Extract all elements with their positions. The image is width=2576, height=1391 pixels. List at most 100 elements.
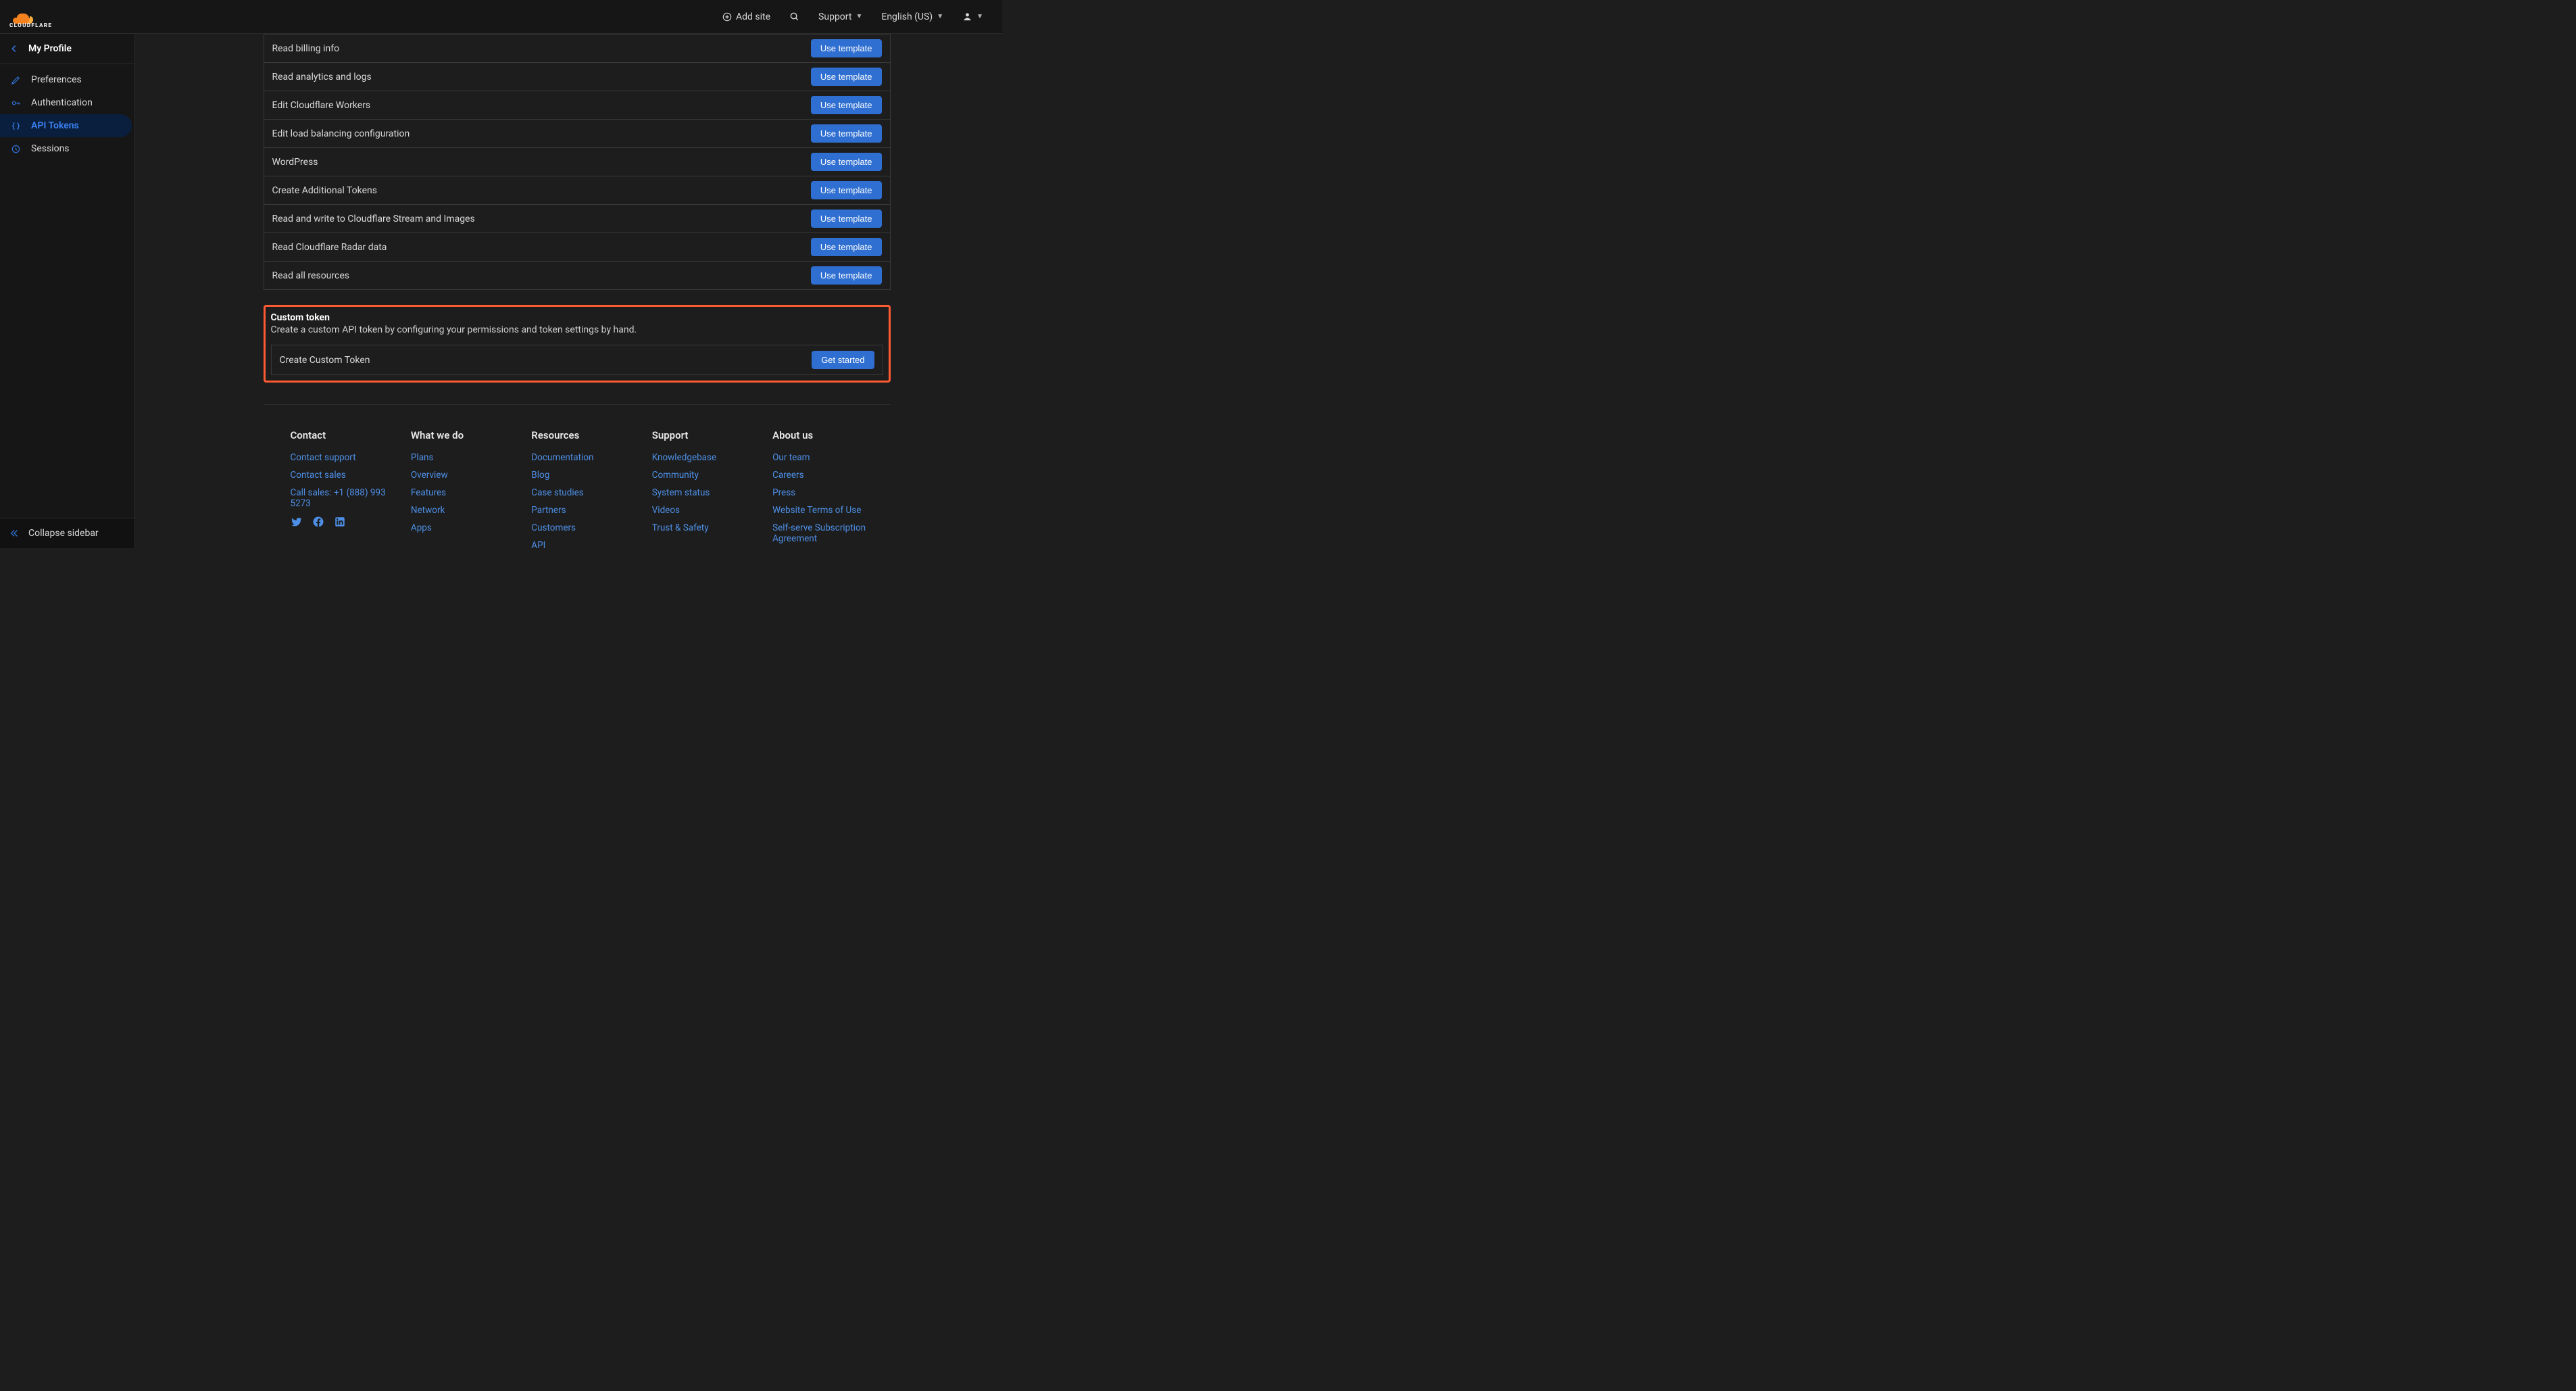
support-dropdown[interactable]: Support ▼ [809, 11, 872, 22]
use-template-button[interactable]: Use template [811, 210, 882, 228]
account-dropdown[interactable]: ▼ [953, 11, 993, 22]
custom-token-row: Create Custom Token Get started [271, 345, 883, 375]
chevron-down-icon: ▼ [856, 13, 862, 20]
footer-col-about: About us Our team Careers Press Website … [772, 429, 879, 548]
template-label: Read analytics and logs [272, 72, 372, 82]
braces-icon [9, 121, 22, 131]
template-row: Edit load balancing configuration Use te… [264, 120, 890, 148]
footer: Contact Contact support Contact sales Ca… [264, 404, 891, 548]
footer-link-features[interactable]: Features [411, 487, 518, 498]
use-template-button[interactable]: Use template [811, 124, 882, 143]
api-token-template-list: Read billing info Use template Read anal… [264, 34, 891, 290]
footer-phone: Call sales: +1 (888) 993 5273 [291, 487, 397, 509]
footer-link-subscription[interactable]: Self-serve Subscription Agreement [772, 522, 879, 544]
sidebar-item-authentication[interactable]: Authentication [0, 91, 132, 114]
pencil-icon [9, 75, 22, 85]
sidebar: My Profile Preferences Authentication AP… [0, 34, 135, 548]
linkedin-icon[interactable] [334, 516, 346, 528]
footer-link-api[interactable]: API [531, 540, 638, 548]
chevron-down-icon: ▼ [937, 13, 943, 20]
clock-icon [9, 144, 22, 154]
language-dropdown[interactable]: English (US) ▼ [872, 11, 953, 22]
footer-link-trust-safety[interactable]: Trust & Safety [652, 522, 759, 533]
footer-link-blog[interactable]: Blog [531, 470, 638, 481]
template-label: Read Cloudflare Radar data [272, 242, 387, 253]
user-icon [962, 11, 972, 22]
use-template-button[interactable]: Use template [811, 181, 882, 199]
sidebar-item-label: Preferences [31, 74, 82, 85]
template-row: WordPress Use template [264, 148, 890, 176]
footer-link-partners[interactable]: Partners [531, 505, 638, 516]
sidebar-item-label: Authentication [31, 97, 93, 108]
add-site-button[interactable]: Add site [713, 11, 780, 22]
template-label: Read all resources [272, 270, 350, 281]
search-button[interactable] [780, 11, 809, 22]
footer-link-our-team[interactable]: Our team [772, 452, 879, 463]
template-row: Read analytics and logs Use template [264, 63, 890, 91]
template-row: Read all resources Use template [264, 262, 890, 290]
footer-link-press[interactable]: Press [772, 487, 879, 498]
cloudflare-logo[interactable]: CLOUDFLARE [9, 7, 66, 27]
key-icon [9, 98, 22, 108]
footer-link-plans[interactable]: Plans [411, 452, 518, 463]
sidebar-item-label: API Tokens [31, 120, 79, 131]
sidebar-item-sessions[interactable]: Sessions [0, 137, 132, 160]
footer-link-overview[interactable]: Overview [411, 470, 518, 481]
footer-link-terms[interactable]: Website Terms of Use [772, 505, 879, 516]
custom-token-description: Create a custom API token by configuring… [271, 324, 883, 345]
footer-link-contact-sales[interactable]: Contact sales [291, 470, 397, 481]
plus-circle-icon [722, 12, 732, 22]
collapse-label: Collapse sidebar [28, 528, 99, 539]
top-header: CLOUDFLARE Add site Support ▼ English (U… [0, 0, 1002, 34]
arrow-left-icon [9, 44, 19, 53]
template-row: Edit Cloudflare Workers Use template [264, 91, 890, 120]
footer-link-knowledgebase[interactable]: Knowledgebase [652, 452, 759, 463]
use-template-button[interactable]: Use template [811, 39, 882, 57]
footer-link-case-studies[interactable]: Case studies [531, 487, 638, 498]
sidebar-item-preferences[interactable]: Preferences [0, 68, 132, 91]
custom-token-label: Create Custom Token [280, 355, 370, 366]
search-icon [789, 11, 799, 22]
use-template-button[interactable]: Use template [811, 153, 882, 171]
footer-heading: Contact [291, 429, 397, 441]
use-template-button[interactable]: Use template [811, 96, 882, 114]
template-label: Read and write to Cloudflare Stream and … [272, 214, 475, 224]
sidebar-item-label: Sessions [31, 143, 70, 154]
template-row: Read Cloudflare Radar data Use template [264, 233, 890, 262]
footer-link-videos[interactable]: Videos [652, 505, 759, 516]
footer-heading: Support [652, 429, 759, 441]
footer-link-apps[interactable]: Apps [411, 522, 518, 533]
get-started-button[interactable]: Get started [812, 351, 874, 369]
template-label: WordPress [272, 157, 318, 168]
template-label: Edit load balancing configuration [272, 128, 410, 139]
footer-link-contact-support[interactable]: Contact support [291, 452, 397, 463]
page-title: My Profile [28, 43, 72, 54]
main-content: Read billing info Use template Read anal… [135, 34, 1002, 548]
template-label: Read billing info [272, 43, 340, 54]
template-row: Read and write to Cloudflare Stream and … [264, 205, 890, 233]
facebook-icon[interactable] [312, 516, 324, 528]
footer-col-support: Support Knowledgebase Community System s… [652, 429, 759, 548]
footer-link-network[interactable]: Network [411, 505, 518, 516]
language-label: English (US) [881, 11, 933, 22]
use-template-button[interactable]: Use template [811, 68, 882, 86]
footer-link-system-status[interactable]: System status [652, 487, 759, 498]
support-label: Support [818, 11, 851, 22]
template-label: Edit Cloudflare Workers [272, 100, 371, 111]
footer-link-documentation[interactable]: Documentation [531, 452, 638, 463]
footer-link-customers[interactable]: Customers [531, 522, 638, 533]
profile-back[interactable]: My Profile [0, 34, 134, 64]
template-label: Create Additional Tokens [272, 185, 378, 196]
sidebar-item-api-tokens[interactable]: API Tokens [0, 114, 132, 137]
use-template-button[interactable]: Use template [811, 266, 882, 285]
footer-link-careers[interactable]: Careers [772, 470, 879, 481]
collapse-sidebar-button[interactable]: Collapse sidebar [0, 518, 134, 548]
use-template-button[interactable]: Use template [811, 238, 882, 256]
add-site-label: Add site [736, 11, 770, 22]
footer-col-what: What we do Plans Overview Features Netwo… [411, 429, 518, 548]
custom-token-heading: Custom token [271, 312, 883, 324]
footer-heading: About us [772, 429, 879, 441]
twitter-icon[interactable] [291, 516, 303, 528]
footer-heading: What we do [411, 429, 518, 441]
footer-link-community[interactable]: Community [652, 470, 759, 481]
